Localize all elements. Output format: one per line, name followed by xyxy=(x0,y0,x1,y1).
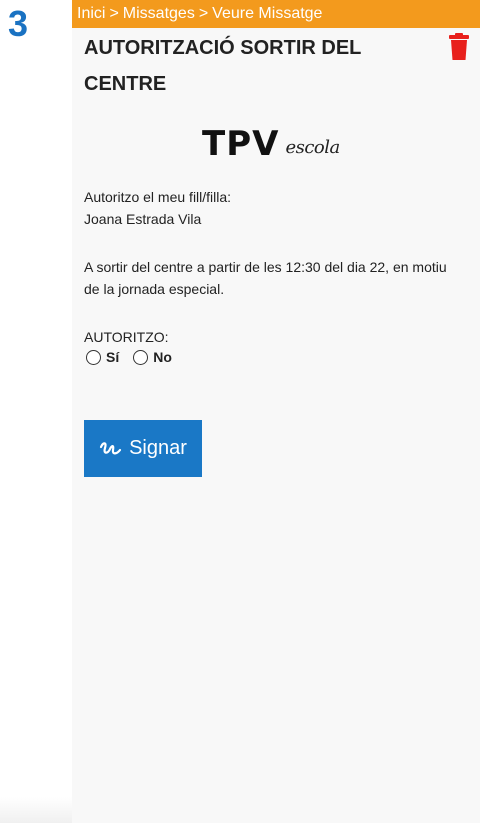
breadcrumb-separator: > xyxy=(198,5,209,22)
signature-icon xyxy=(99,441,122,454)
student-name: Joana Estrada Vila xyxy=(84,211,202,227)
radio-circle-icon[interactable] xyxy=(86,349,101,365)
breadcrumb-home[interactable]: Inici xyxy=(77,5,105,22)
radio-circle-icon[interactable] xyxy=(133,349,149,365)
radio-option-no[interactable]: No xyxy=(133,349,172,365)
sign-button[interactable]: Signar xyxy=(84,420,202,477)
trash-icon[interactable] xyxy=(448,33,470,61)
page: 3 Inici > Missatges > Veure Missatge AUTORIT… xyxy=(0,0,480,823)
authorize-intro: Autoritzo el meu fill/filla: xyxy=(84,189,232,205)
breadcrumb-messages[interactable]: Missatges xyxy=(123,5,195,22)
authorization-details: A sortir del centre a partir de les 12:3… xyxy=(84,259,447,297)
message-title: AUTORITZACIÓ SORTIR DEL CENTRE xyxy=(84,37,362,95)
radio-label-no: No xyxy=(153,349,172,365)
sign-button-label: Signar xyxy=(129,437,187,459)
step-number: 3 xyxy=(8,3,29,44)
authorize-radio-group: Sí No xyxy=(86,349,186,365)
logo-main-text: TPV xyxy=(202,124,280,164)
breadcrumb-current: Veure Missatge xyxy=(212,5,323,22)
logo-sub-text: escola xyxy=(285,137,340,158)
authorize-label: AUTORITZO: xyxy=(84,329,169,345)
radio-option-yes[interactable]: Sí xyxy=(86,349,119,365)
breadcrumb: Inici > Missatges > Veure Missatge xyxy=(72,0,480,28)
left-bottom-strip xyxy=(0,797,72,823)
breadcrumb-separator: > xyxy=(109,5,119,22)
app-screen: Inici > Missatges > Veure Missatge AUTORITZA… xyxy=(72,0,480,823)
radio-label-yes: Sí xyxy=(106,349,120,365)
school-logo: TPV escola xyxy=(202,125,362,161)
